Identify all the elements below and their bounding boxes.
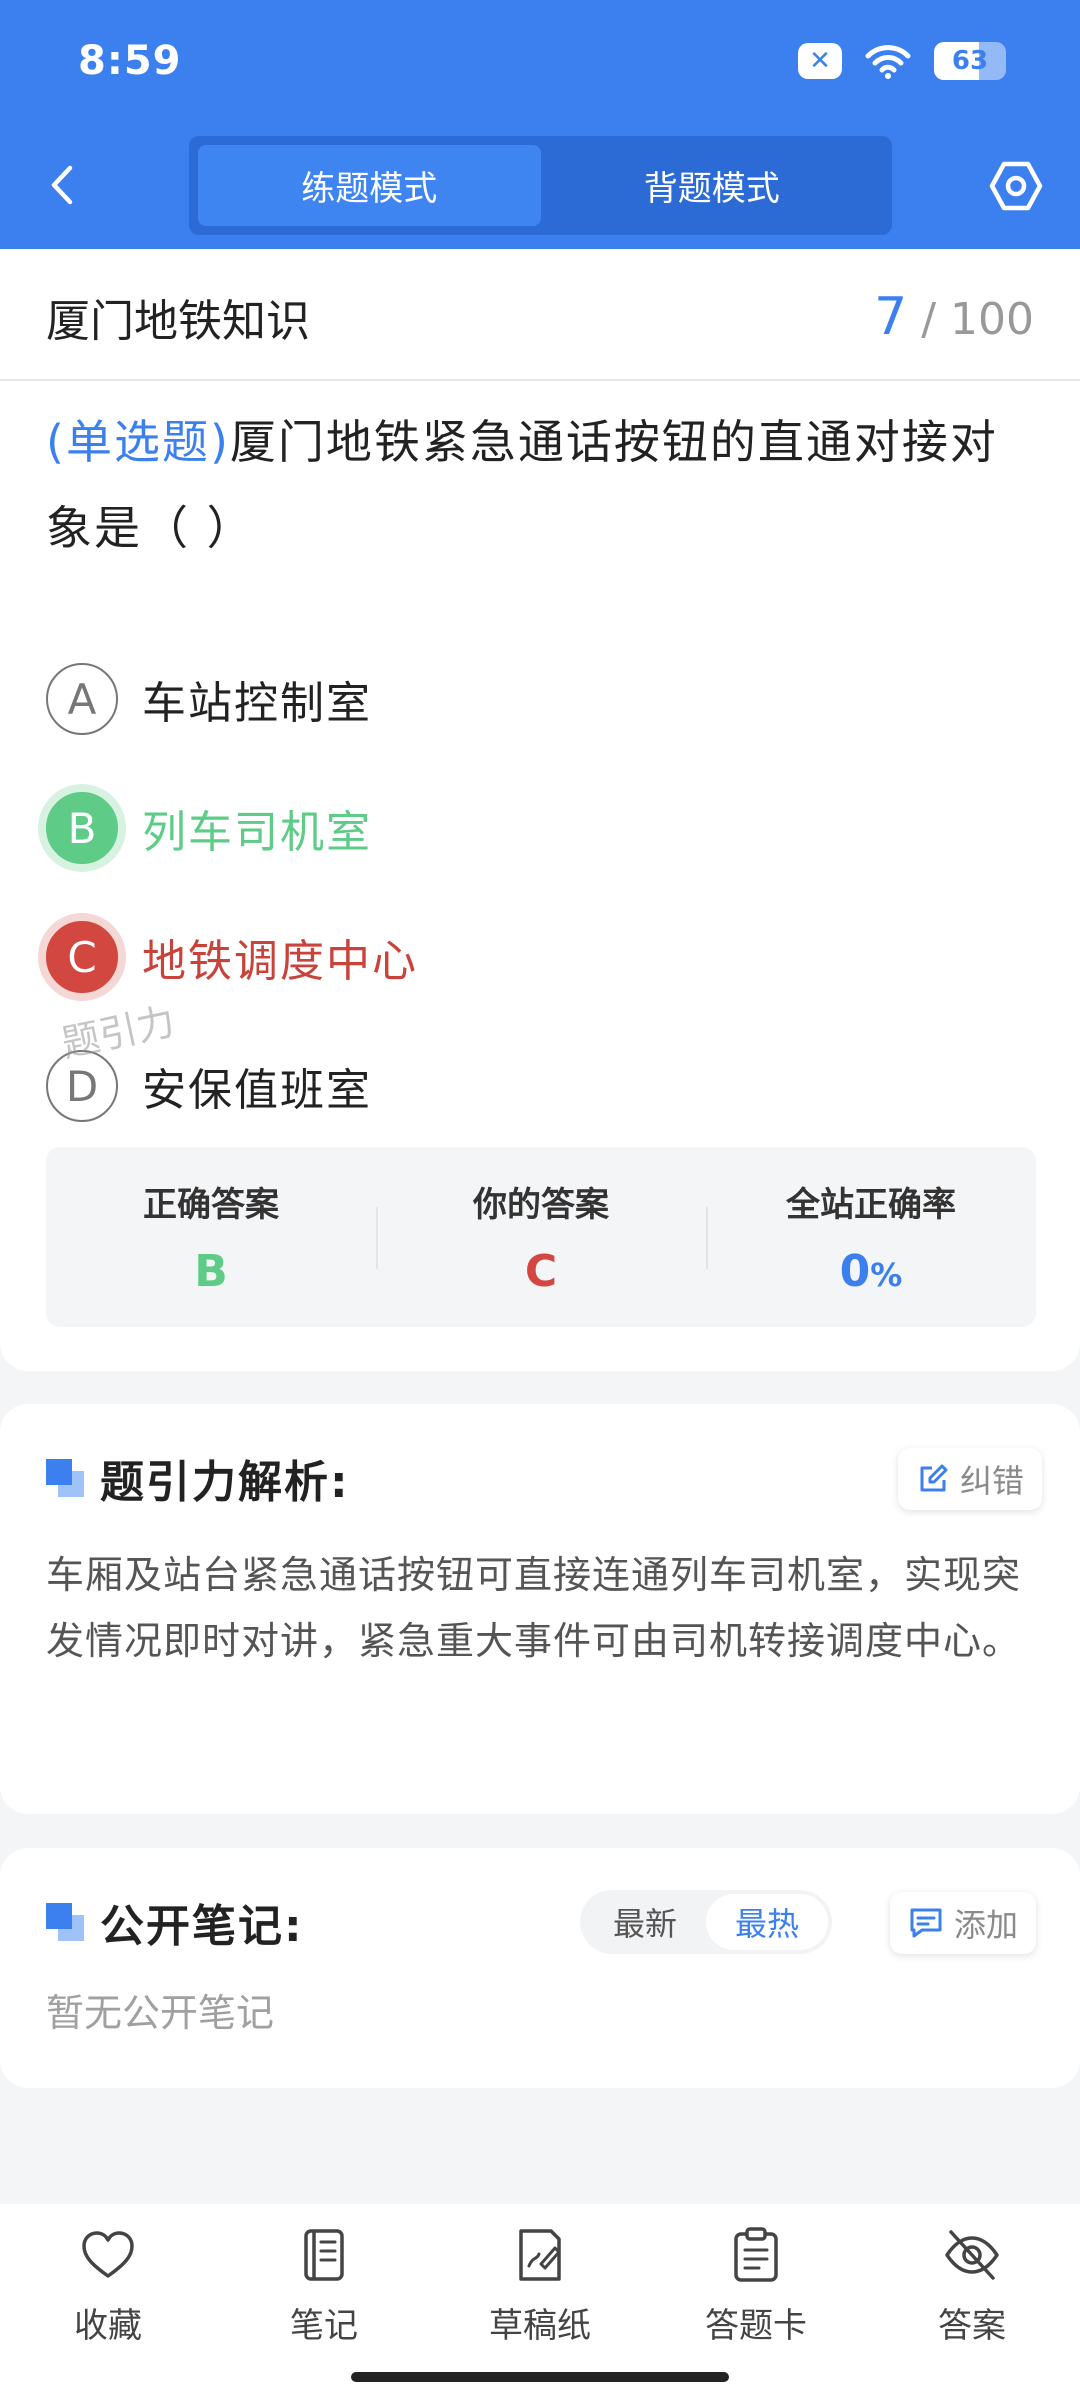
answer-summary: 正确答案 B 你的答案 C 全站正确率 0%: [46, 1147, 1036, 1327]
site-accuracy-stat: 全站正确率 0%: [706, 1147, 1036, 1327]
analysis-title: 题引力解析:: [100, 1457, 350, 1508]
sort-hottest[interactable]: 最热: [706, 1894, 828, 1950]
public-notes-card: 公开笔记: 最新 最热 添加 暂无公开笔记: [0, 1848, 1080, 2088]
option-b[interactable]: B 列车司机室: [46, 790, 372, 866]
question-bank-title: 厦门地铁知识: [46, 296, 310, 347]
site-accuracy-number: 0: [839, 1246, 871, 1297]
question-title-row: 厦门地铁知识 7 / 100: [46, 277, 1034, 357]
answer-sheet-button[interactable]: 答题卡: [648, 2204, 864, 2400]
battery-indicator: 63: [934, 42, 1006, 80]
site-accuracy-unit: %: [870, 1256, 903, 1294]
option-text: 安保值班室: [142, 1065, 372, 1116]
option-text: 车站控制室: [142, 678, 372, 729]
favorite-button[interactable]: 收藏: [0, 2204, 216, 2400]
heart-icon: [82, 2231, 134, 2278]
settings-hexagon-icon[interactable]: [988, 158, 1044, 214]
show-answer-button[interactable]: 答案: [864, 2204, 1080, 2400]
question-progress: 7 / 100: [874, 287, 1034, 347]
answer-sheet-label: 答题卡: [705, 2306, 807, 2346]
draft-paper-label: 草稿纸: [489, 2306, 591, 2346]
bottom-toolbar: 收藏 笔记 草稿纸 答题卡 答案: [0, 2204, 1080, 2400]
option-letter: B: [46, 792, 118, 864]
eye-off-icon: [945, 2230, 999, 2280]
option-text: 列车司机室: [142, 807, 372, 858]
wifi-icon: [865, 45, 911, 79]
home-indicator[interactable]: [351, 2372, 729, 2382]
tab-practice-mode[interactable]: 练题模式: [198, 145, 541, 226]
option-letter: C: [46, 921, 118, 993]
answer-sheet-icon: [734, 2227, 778, 2282]
correct-answer-label: 正确答案: [143, 1185, 279, 1225]
divider: [0, 379, 1080, 381]
favorite-label: 收藏: [74, 2306, 142, 2346]
back-chevron-icon[interactable]: [42, 160, 82, 210]
add-note-button[interactable]: 添加: [890, 1892, 1037, 1954]
section-square-icon: [46, 1903, 84, 1941]
show-answer-label: 答案: [938, 2306, 1006, 2346]
system-icons: ✕ 63: [798, 42, 1006, 80]
app-header: 8:59 ✕ 63 练题模式 背题模式: [0, 0, 1080, 249]
progress-total: 100: [950, 294, 1034, 345]
draft-paper-icon: [519, 2229, 561, 2281]
battery-percent: 63: [951, 46, 989, 76]
status-bar: 8:59 ✕ 63: [0, 0, 1080, 125]
notification-close-icon: ✕: [798, 43, 842, 79]
notebook-icon: [304, 2229, 344, 2281]
status-time: 8:59: [78, 38, 182, 84]
notes-header: 公开笔记:: [46, 1892, 304, 1952]
your-answer-stat: 你的答案 C: [376, 1147, 706, 1327]
analysis-text: 车厢及站台紧急通话按钮可直接连通列车司机室，实现突发情况即时对讲，紧急重大事件可…: [46, 1553, 1022, 1663]
question-stem: (单选题)厦门地铁紧急通话按钮的直通对接对象是（ ）: [46, 399, 1040, 571]
question-card: 厦门地铁知识 7 / 100 (单选题)厦门地铁紧急通话按钮的直通对接对象是（ …: [0, 249, 1080, 1371]
option-text: 地铁调度中心: [142, 936, 418, 987]
edit-icon: [920, 1464, 948, 1492]
option-letter: A: [46, 663, 118, 735]
add-note-label: 添加: [954, 1906, 1019, 1944]
notes-label: 笔记: [290, 2306, 358, 2346]
your-answer-value: C: [524, 1246, 558, 1297]
sort-latest[interactable]: 最新: [584, 1894, 706, 1950]
empty-notes-text: 暂无公开笔记: [46, 1991, 275, 2035]
report-error-label: 纠错: [960, 1462, 1025, 1500]
notes-button[interactable]: 笔记: [216, 2204, 432, 2400]
question-type: (单选题): [46, 415, 230, 469]
comment-icon: [910, 1908, 942, 1938]
analysis-header: 题引力解析:: [46, 1448, 350, 1508]
notes-sort-toggle: 最新 最热: [580, 1890, 832, 1954]
site-accuracy-label: 全站正确率: [786, 1185, 956, 1225]
section-square-icon: [46, 1459, 84, 1497]
progress-current: 7: [874, 287, 908, 347]
correct-answer-value: B: [194, 1246, 228, 1297]
tab-memorize-mode[interactable]: 背题模式: [541, 145, 884, 226]
report-error-button[interactable]: 纠错: [898, 1448, 1043, 1510]
correct-answer-stat: 正确答案 B: [46, 1147, 376, 1327]
option-c[interactable]: C 地铁调度中心: [46, 919, 418, 995]
analysis-card: 题引力解析: 纠错 车厢及站台紧急通话按钮可直接连通列车司机室，实现突发情况即时…: [0, 1404, 1080, 1814]
mode-switch: 练题模式 背题模式: [189, 136, 892, 235]
option-a[interactable]: A 车站控制室: [46, 661, 372, 737]
your-answer-label: 你的答案: [473, 1185, 609, 1225]
notes-title: 公开笔记:: [100, 1901, 304, 1952]
progress-separator: /: [921, 294, 937, 345]
site-accuracy-value: 0%: [840, 1246, 903, 1297]
draft-paper-button[interactable]: 草稿纸: [432, 2204, 648, 2400]
